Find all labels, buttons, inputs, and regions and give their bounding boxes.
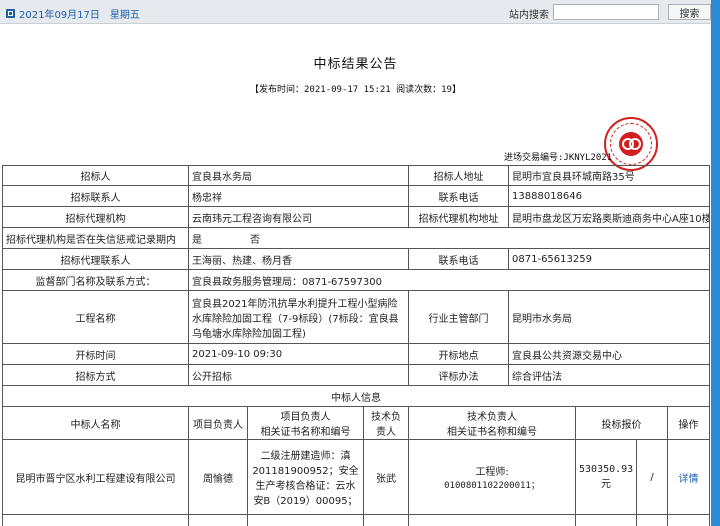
- dishonest-label: 招标代理机构是否在失信惩戒记录期内: [2, 227, 189, 249]
- partial-cell: [247, 514, 364, 526]
- row-tenderer: 招标人 宜良县水务局 招标人地址 昆明市宜良县环城南路35号: [2, 165, 711, 186]
- tenderer-value: 宜良县水务局: [187, 165, 410, 186]
- date-display: 2021年09月17日 星期五: [6, 6, 140, 21]
- notice-table: 招标人 宜良县水务局 招标人地址 昆明市宜良县环城南路35号 招标联系人 杨忠祥…: [1, 165, 711, 526]
- dishonest-value: 是否: [187, 227, 711, 249]
- header-tech: 技术负责人: [362, 406, 410, 440]
- row-contact: 招标联系人 杨忠祥 联系电话 13888018646: [2, 185, 711, 207]
- table-row: 昆明市晋宁区水利工程建设有限公司 周愉德 二级注册建造师：滇2011819009…: [2, 439, 711, 515]
- dishonest-no: 否: [250, 234, 260, 246]
- winner-bid-amount: 530350.93元: [575, 439, 638, 515]
- row-open-time: 开标时间 2021-09-10 09:30 开标地点 宜良县公共资源交易中心: [2, 343, 711, 365]
- agency-address-value: 昆明市盘龙区万宏路奥斯迪商务中心A座10楼: [508, 206, 711, 228]
- winner-table-header: 中标人名称 项目负责人 项目负责人 相关证书名称和编号 技术负责人 技术负责人 相关…: [2, 406, 711, 440]
- row-agency: 招标代理机构 云南玮元工程咨询有限公司 招标代理机构地址 昆明市盘龙区万宏路奥斯…: [2, 206, 711, 228]
- header-pm-cert: 项目负责人相关证书名称和编号: [247, 406, 364, 440]
- winner-bid-other: /: [636, 439, 669, 515]
- dishonest-yes: 是: [192, 234, 202, 246]
- header-tech-cert-line1: 技术负责人: [467, 412, 518, 423]
- agency-value: 云南玮元工程咨询有限公司: [187, 206, 410, 228]
- header-action: 操作: [667, 406, 711, 440]
- partial-cell: [188, 514, 248, 526]
- winner-name: 昆明市晋宁区水利工程建设有限公司: [2, 439, 189, 515]
- page-title: 中标结果公告: [313, 57, 398, 72]
- agency-contact-label: 招标代理联系人: [2, 248, 189, 270]
- partial-cell: [2, 514, 189, 526]
- header-winner-name: 中标人名称: [2, 406, 189, 440]
- tenderer-address-value: 昆明市宜良县环城南路35号: [508, 165, 711, 186]
- contact-label: 招标联系人: [2, 185, 189, 207]
- header-tech-cert: 技术负责人相关证书名称和编号: [408, 406, 577, 440]
- industry-label: 行业主管部门: [408, 290, 510, 344]
- agency-label: 招标代理机构: [2, 206, 189, 228]
- phone-value: 13888018646: [508, 185, 711, 207]
- project-label: 工程名称: [2, 290, 189, 344]
- project-value: 宜良县2021年防汛抗旱水利提升工程小型病险水库除险加固工程（7-9标段）(7标…: [187, 290, 410, 344]
- right-scroll-strip: [711, 0, 720, 526]
- search-label: 站内搜索: [509, 10, 549, 21]
- industry-value: 昆明市水务局: [508, 290, 711, 344]
- winner-tech-cert-line2: 0100801102200011；: [444, 481, 540, 491]
- tenderer-address-label: 招标人地址: [408, 165, 510, 186]
- winner-section-title: 中标人信息: [1, 385, 711, 407]
- winner-action-cell: 详情: [667, 439, 711, 515]
- tenderer-label: 招标人: [2, 165, 189, 186]
- row-method: 招标方式 公开招标 评标办法 综合评估法: [2, 364, 711, 386]
- agency-address-label: 招标代理机构地址: [408, 206, 510, 228]
- partial-cell: [362, 514, 410, 526]
- current-date: 2021年09月17日: [19, 10, 100, 21]
- winner-tech-cert: 工程师: 0100801102200011；: [408, 439, 577, 515]
- row-dishonest: 招标代理机构是否在失信惩戒记录期内 是否: [2, 227, 711, 249]
- calendar-icon: [6, 9, 15, 18]
- eval-label: 评标办法: [408, 364, 510, 386]
- partial-cell: [575, 514, 638, 526]
- open-time-label: 开标时间: [2, 343, 189, 365]
- method-label: 招标方式: [2, 364, 189, 386]
- winner-tech: 张武: [362, 439, 410, 515]
- row-agency-contact: 招标代理联系人 王海丽、热建、杨月香 联系电话 0871-65613259: [2, 248, 711, 270]
- header-pm-cert-line1: 项目负责人: [280, 412, 331, 423]
- open-time-value: 2021-09-10 09:30: [187, 343, 410, 365]
- winner-pm: 周愉德: [188, 439, 248, 515]
- row-project: 工程名称 宜良县2021年防汛抗旱水利提升工程小型病险水库除险加固工程（7-9标…: [2, 290, 711, 344]
- search-input[interactable]: [553, 4, 659, 20]
- winner-pm-cert: 二级注册建造师：滇201181900952；安全生产考核合格证：云水安B（201…: [247, 439, 364, 515]
- open-place-value: 宜良县公共资源交易中心: [508, 343, 711, 365]
- detail-link[interactable]: 详情: [679, 474, 699, 485]
- top-bar: 2021年09月17日 星期五 站内搜索 搜索: [0, 0, 711, 24]
- table-row-partial: [2, 514, 711, 526]
- agency-phone-label: 联系电话: [408, 248, 510, 270]
- current-weekday: 星期五: [109, 10, 140, 21]
- partial-cell: [408, 514, 577, 526]
- contact-value: 杨忠祥: [187, 185, 410, 207]
- agency-contact-value: 王海丽、热建、杨月香: [187, 248, 410, 270]
- header-bid: 投标报价: [575, 406, 669, 440]
- header-tech-cert-line2: 相关证书名称和编号: [447, 427, 538, 438]
- header-pm-cert-line2: 相关证书名称和编号: [260, 427, 351, 438]
- agency-phone-value: 0871-65613259: [508, 248, 711, 270]
- trade-number: 进场交易编号:JKNYL2021: [504, 153, 613, 163]
- row-winner-section-title: 中标人信息: [1, 385, 711, 407]
- publish-info: 【发布时间：2021-09-17 15:21 阅读次数：19】: [250, 85, 461, 95]
- row-supervisor: 监督部门名称及联系方式： 宜良县政务服务管理局：0871-67597300: [2, 269, 711, 291]
- partial-cell: [636, 514, 669, 526]
- eval-value: 综合评估法: [508, 364, 711, 386]
- supervisor-value: 宜良县政务服务管理局：0871-67597300: [187, 269, 711, 291]
- search-button[interactable]: 搜索: [668, 4, 711, 20]
- partial-cell: [667, 514, 711, 526]
- header-pm: 项目负责人: [188, 406, 248, 440]
- open-place-label: 开标地点: [408, 343, 510, 365]
- supervisor-label: 监督部门名称及联系方式：: [2, 269, 189, 291]
- phone-label: 联系电话: [408, 185, 510, 207]
- winner-tech-cert-line1: 工程师:: [475, 467, 509, 478]
- method-value: 公开招标: [187, 364, 410, 386]
